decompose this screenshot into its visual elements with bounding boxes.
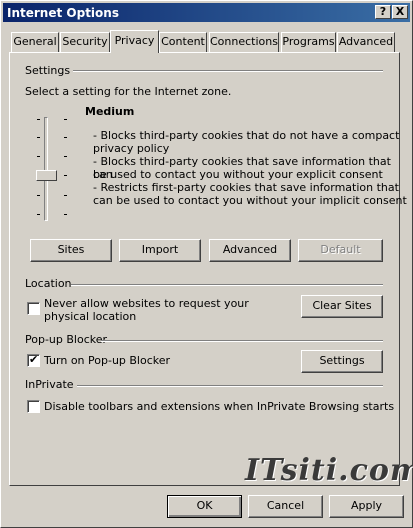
slider-tick	[37, 214, 40, 215]
cancel-button[interactable]: Cancel	[248, 495, 323, 518]
settings-heading: Settings	[25, 64, 71, 77]
tab-advanced[interactable]: Advanced	[337, 32, 395, 52]
title-bar[interactable]: Internet Options ? X	[3, 3, 410, 22]
privacy-panel	[9, 52, 400, 486]
inprivate-heading: InPrivate	[25, 378, 74, 391]
popup-blocker-checkbox[interactable]: ✔	[27, 353, 40, 367]
slider-track[interactable]	[44, 117, 48, 221]
privacy-description-line: - Blocks third-party cookies that do not…	[93, 129, 400, 142]
default-button-label: Default	[320, 243, 361, 256]
ok-button[interactable]: OK	[167, 495, 242, 518]
slider-tick	[64, 175, 67, 176]
popup-settings-button[interactable]: Settings	[301, 350, 383, 373]
settings-prompt: Select a setting for the Internet zone.	[25, 85, 232, 98]
apply-button[interactable]: Apply	[329, 495, 404, 518]
settings-divider	[73, 70, 383, 72]
checkmark-icon: ✔	[29, 353, 39, 366]
location-checkbox-label: Never allow websites to request your	[44, 297, 249, 310]
help-button[interactable]: ?	[375, 5, 391, 19]
popup-blocker-divider	[101, 340, 383, 342]
location-heading: Location	[25, 277, 72, 290]
close-icon: X	[395, 5, 405, 18]
internet-options-dialog: Internet Options ? X General Security Pr…	[0, 0, 413, 528]
inprivate-checkbox-label: Disable toolbars and extensions when InP…	[44, 400, 395, 413]
sites-button[interactable]: Sites	[30, 239, 112, 262]
tab-general[interactable]: General	[11, 32, 59, 52]
slider-tick	[64, 119, 67, 120]
window-title: Internet Options	[7, 6, 119, 20]
privacy-description-line: be used to contact you without your expl…	[93, 168, 383, 181]
slider-thumb[interactable]	[36, 170, 57, 181]
popup-blocker-heading: Pop-up Blocker	[25, 333, 108, 346]
privacy-description-line: - Restricts first-party cookies that sav…	[93, 181, 399, 194]
inprivate-divider	[77, 385, 383, 387]
slider-tick	[64, 214, 67, 215]
slider-tick	[37, 137, 40, 138]
location-checkbox-label-line2: physical location	[44, 310, 137, 323]
slider-tick	[37, 119, 40, 120]
privacy-level-name: Medium	[85, 105, 135, 118]
tab-privacy[interactable]: Privacy	[110, 30, 159, 53]
popup-blocker-checkbox-label: Turn on Pop-up Blocker	[44, 354, 171, 367]
slider-tick	[64, 156, 67, 157]
tab-programs[interactable]: Programs	[281, 32, 336, 52]
advanced-button[interactable]: Advanced	[209, 239, 291, 262]
tab-security[interactable]: Security	[60, 32, 110, 52]
slider-tick	[64, 137, 67, 138]
privacy-description-line: can be used to contact you without your …	[93, 194, 407, 207]
slider-tick	[37, 195, 40, 196]
tab-connections[interactable]: Connections	[209, 32, 279, 52]
slider-tick	[37, 156, 40, 157]
import-button[interactable]: Import	[119, 239, 201, 262]
help-icon: ?	[379, 5, 387, 18]
clear-sites-button[interactable]: Clear Sites	[301, 295, 383, 318]
privacy-description-line: privacy policy	[93, 142, 170, 155]
watermark-logo: ITsiti.com	[245, 453, 413, 488]
slider-tick	[64, 195, 67, 196]
location-divider	[71, 284, 383, 286]
tab-content[interactable]: Content	[159, 32, 207, 52]
location-checkbox[interactable]	[27, 302, 40, 315]
close-button[interactable]: X	[392, 5, 408, 19]
inprivate-checkbox[interactable]	[27, 400, 40, 413]
default-button[interactable]: Default	[298, 239, 383, 262]
